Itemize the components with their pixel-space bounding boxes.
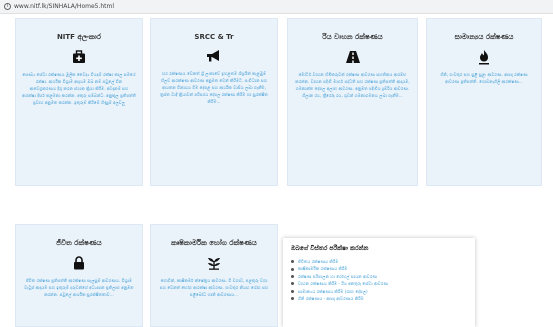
bullet-icon — [291, 282, 294, 286]
bullet-icon — [291, 267, 294, 271]
card-title: SRCC & Tr — [194, 33, 234, 41]
bullet-icon — [291, 260, 294, 264]
fire-icon — [476, 49, 492, 65]
panel-list: ජීවිතය රක්ෂණය කිරීම කෘෂිකාර්මික රක්ෂණය ක… — [291, 258, 467, 302]
card-title: සාමාන්‍යය රක්ෂණය — [454, 33, 514, 41]
panel-title: ඔබගේ විස්තර පරීක්ෂා කරන්න — [291, 245, 369, 252]
card-title: රිය වාහන රක්ෂණය — [322, 33, 383, 41]
list-item-label[interactable]: වාහන රක්ෂණය කිරීම - රිය අනතුරු සේවා ආවරණ — [298, 280, 388, 287]
address-url[interactable]: www.nitf.lk/SINHALA/Home5.html — [14, 3, 114, 10]
card-general[interactable]: සාමාන්‍යය රක්ෂණය ගිනි, ගංවතුර සහ සුළි සු… — [426, 18, 542, 186]
details-check-panel: ඔබගේ විස්තර පරීක්ෂා කරන්න ජීවිතය රක්ෂණය … — [283, 238, 475, 327]
list-item[interactable]: ගිනි රක්ෂණය - ආපදා ආවරණය කිරීම — [291, 295, 467, 302]
list-item[interactable]: කෘෂිකාර්මික රක්ෂණය කිරීම — [291, 265, 467, 272]
bullet-icon — [291, 289, 294, 293]
card-description: ගොවීන්, කෘෂිකර්ම ක්ෂේත්‍රය ආවරණ. වී වගාව… — [159, 278, 269, 297]
road-icon — [345, 49, 361, 65]
address-bar[interactable]: i www.nitf.lk/SINHALA/Home5.html — [0, 0, 553, 14]
card-title: NITF අලංකාර — [56, 33, 102, 41]
list-item[interactable]: ජීවිතය රක්ෂණය කිරීම — [291, 258, 467, 265]
card-title: ජීවිත රක්ෂණය — [56, 239, 102, 247]
bullet-icon — [291, 297, 294, 301]
list-item[interactable]: රක්ෂණ පරිපාලන හා රෝහල් සායන ආවරණ — [291, 273, 467, 280]
megaphone-icon — [206, 48, 222, 64]
card-srcc[interactable]: SRCC & Tr හර රක්ෂණය වෙනත් ශ්‍රී ලංකාවේ ඉ… — [150, 18, 278, 186]
card-description: ගිනි, ගංවතුර සහ සුළි සුළං ආවරණ. ආපදා රක්… — [440, 72, 528, 84]
card-agriculture[interactable]: කෘෂිකාර්මික භෝග රක්ෂණය ගොවීන්, කෘෂිකර්ම … — [150, 224, 278, 327]
card-description: මෝටර් වාහන හිමිකරුවන් රක්ෂණ ආවරණ සහතිකය … — [295, 72, 410, 98]
card-nitf[interactable]: NITF අලංකාර සෞඛ්‍ය සේවා රක්ෂණය මූලික වෛද… — [15, 18, 143, 186]
lock-icon — [71, 255, 87, 271]
list-item-label[interactable]: කෘෂිකාර්මික රක්ෂණය කිරීම — [298, 265, 347, 272]
card-title: කෘෂිකාර්මික භෝග රක්ෂණය — [171, 239, 257, 247]
bullet-icon — [291, 275, 294, 279]
card-description: ජීවිත රක්ෂණ ප්‍රතිපත්ති ආරක්ෂණ සැලසුම් ආ… — [24, 278, 134, 297]
list-item-label[interactable]: ජීවිතය රක්ෂණය කිරීම — [298, 258, 338, 265]
medical-kit-icon — [71, 49, 87, 65]
info-icon[interactable]: i — [4, 3, 11, 10]
list-item-label[interactable]: රක්ෂණ පරිපාලන හා රෝහල් සායන ආවරණ — [298, 273, 377, 280]
card-life[interactable]: ජීවිත රක්ෂණය ජීවිත රක්ෂණ ප්‍රතිපත්ති ආරක… — [15, 224, 143, 327]
list-item-label[interactable]: ගිනි රක්ෂණය - ආපදා ආවරණය කිරීම — [298, 295, 364, 302]
list-item[interactable]: වාහන රක්ෂණය කිරීම - රිය අනතුරු සේවා ආවරණ — [291, 280, 467, 287]
card-description: සෞඛ්‍ය සේවා රක්ෂණය මූලික වෛද්‍ය වියදම් ර… — [22, 72, 136, 105]
card-road-vehicle[interactable]: රිය වාහන රක්ෂණය මෝටර් වාහන හිමිකරුවන් රක… — [287, 18, 418, 186]
list-item[interactable]: සාමාන්‍යය රක්ෂණය කිරීම (ගෘහ දේපල) — [291, 288, 467, 295]
plant-icon — [206, 255, 222, 271]
list-item-label[interactable]: සාමාන්‍යය රක්ෂණය කිරීම (ගෘහ දේපල) — [298, 288, 368, 295]
card-description: හර රක්ෂණය වෙනත් ශ්‍රී ලංකාවේ ඉහළතම ශීඝ්‍… — [160, 71, 268, 104]
